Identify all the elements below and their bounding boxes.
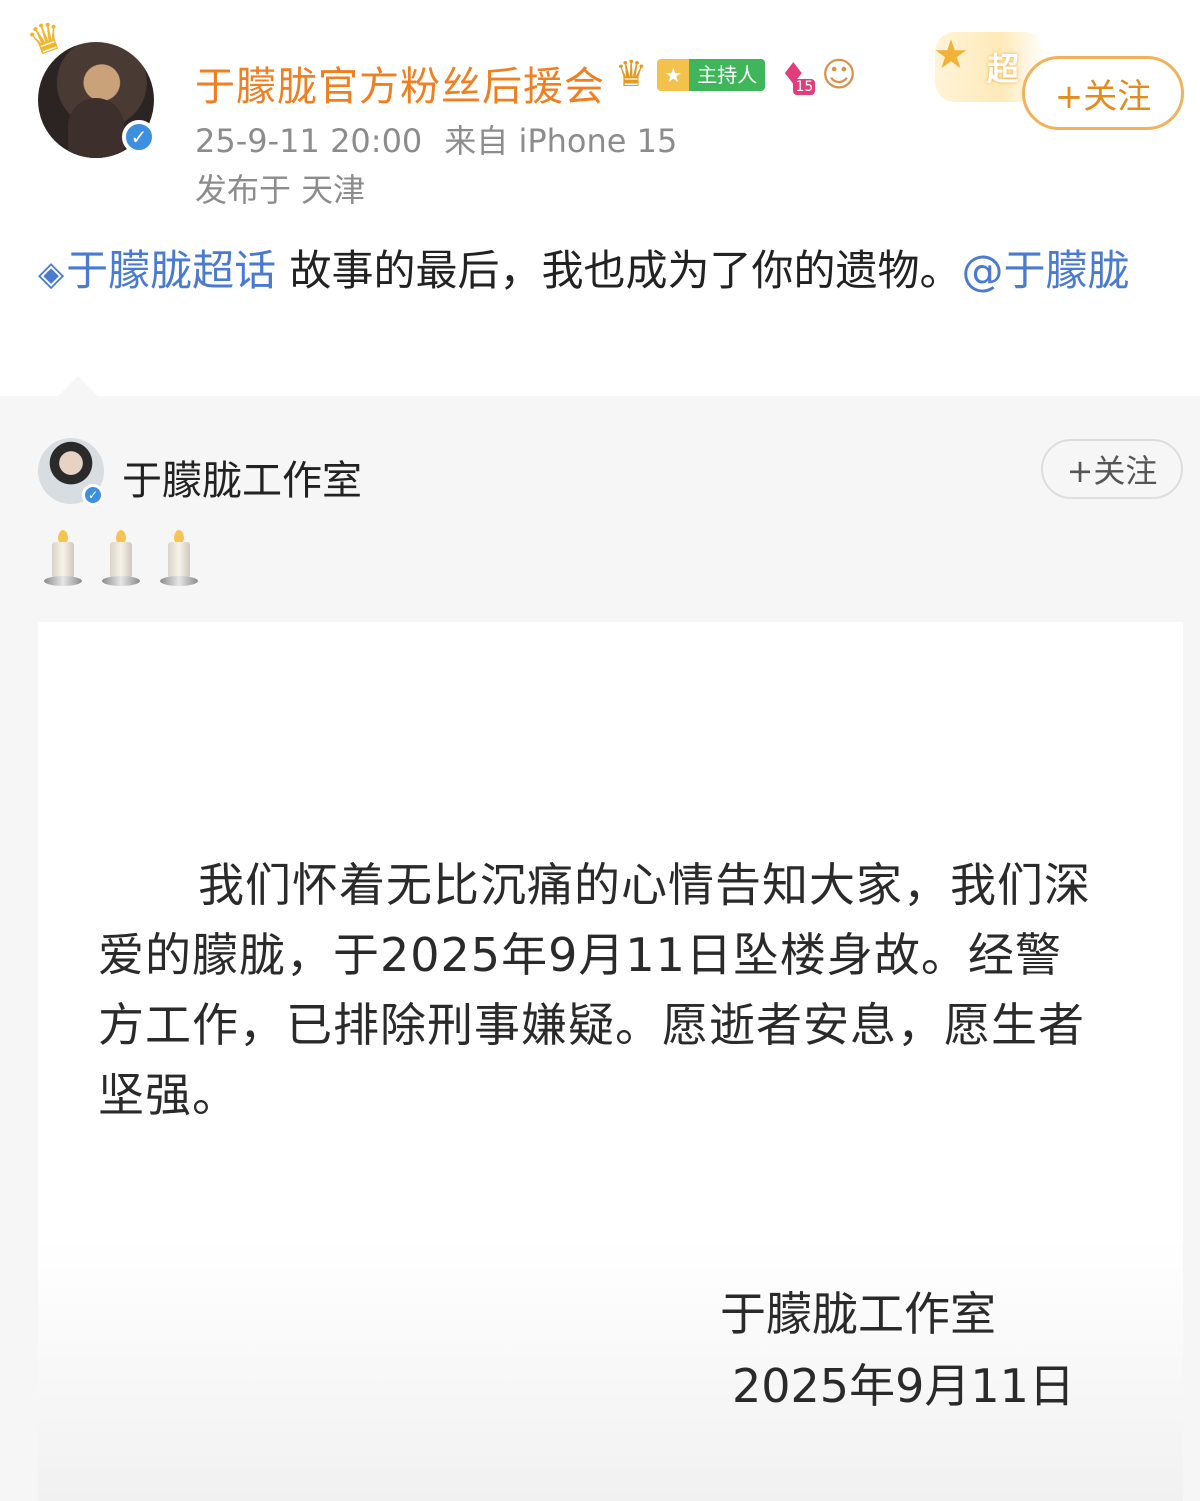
diamond-level-value: 15 bbox=[793, 78, 816, 95]
notice-date: 2025年9月11日 bbox=[732, 1359, 1075, 1413]
repost-follow-button[interactable]: +关注 bbox=[1041, 439, 1183, 499]
host-badge[interactable]: ★ 主持人 bbox=[657, 58, 766, 91]
post-location: 发布于 天津 bbox=[195, 171, 366, 209]
host-badge-label: 主持人 bbox=[689, 58, 766, 91]
mention-link[interactable]: @于朦胧 bbox=[962, 246, 1130, 295]
repost-author-name[interactable]: 于朦胧工作室 bbox=[122, 448, 362, 506]
post-meta: 25-9-11 20:00 来自 iPhone 15 bbox=[195, 116, 677, 162]
author-badges: ♛ ★ 主持人 ♦ 15 ☺ bbox=[615, 54, 857, 95]
diamond-level-icon[interactable]: ♦ 15 bbox=[775, 57, 816, 95]
super-badge-label: 超 bbox=[987, 50, 1020, 88]
notice-signature: 于朦胧工作室 bbox=[720, 1287, 996, 1341]
host-badge-icon: ★ bbox=[657, 58, 690, 91]
pet-badge-icon[interactable]: ☺ bbox=[821, 55, 856, 95]
candle-icon bbox=[40, 528, 86, 588]
super-topic-icon: ◈ bbox=[38, 254, 65, 294]
crown-badge-icon[interactable]: ♛ bbox=[615, 54, 647, 95]
author-name[interactable]: 于朦胧官方粉丝后援会 bbox=[195, 54, 605, 112]
post-card: ♛ ✓ 于朦胧官方粉丝后援会 ♛ ★ 主持人 ♦ 15 ☺ ★ 超 +关注 25-… bbox=[0, 0, 1200, 396]
repost-verified-icon: ✓ bbox=[82, 484, 104, 506]
follow-button[interactable]: +关注 bbox=[1022, 56, 1184, 130]
post-source: 来自 iPhone 15 bbox=[444, 122, 678, 160]
post-body: 故事的最后，我也成为了你的遗物。 bbox=[276, 246, 962, 295]
repost-emoji-row bbox=[40, 528, 202, 588]
post-text: ◈于朦胧超话 故事的最后，我也成为了你的遗物。@于朦胧 bbox=[38, 240, 1168, 305]
star-icon: ★ bbox=[933, 32, 969, 78]
candle-icon bbox=[98, 528, 144, 588]
verified-icon: ✓ bbox=[122, 120, 156, 154]
notice-body: 我们怀着无比沉痛的心情告知大家，我们深爱的朦胧，于2025年9月11日坠楼身故。… bbox=[98, 858, 1091, 1122]
author-avatar[interactable]: ♛ ✓ bbox=[21, 11, 156, 158]
topic-link[interactable]: 于朦胧超话 bbox=[66, 246, 276, 295]
notice-image[interactable]: 我们怀着无比沉痛的心情告知大家，我们深爱的朦胧，于2025年9月11日坠楼身故。… bbox=[38, 622, 1183, 1501]
post-date: 25-9-11 20:00 bbox=[195, 122, 423, 160]
candle-icon bbox=[156, 528, 202, 588]
